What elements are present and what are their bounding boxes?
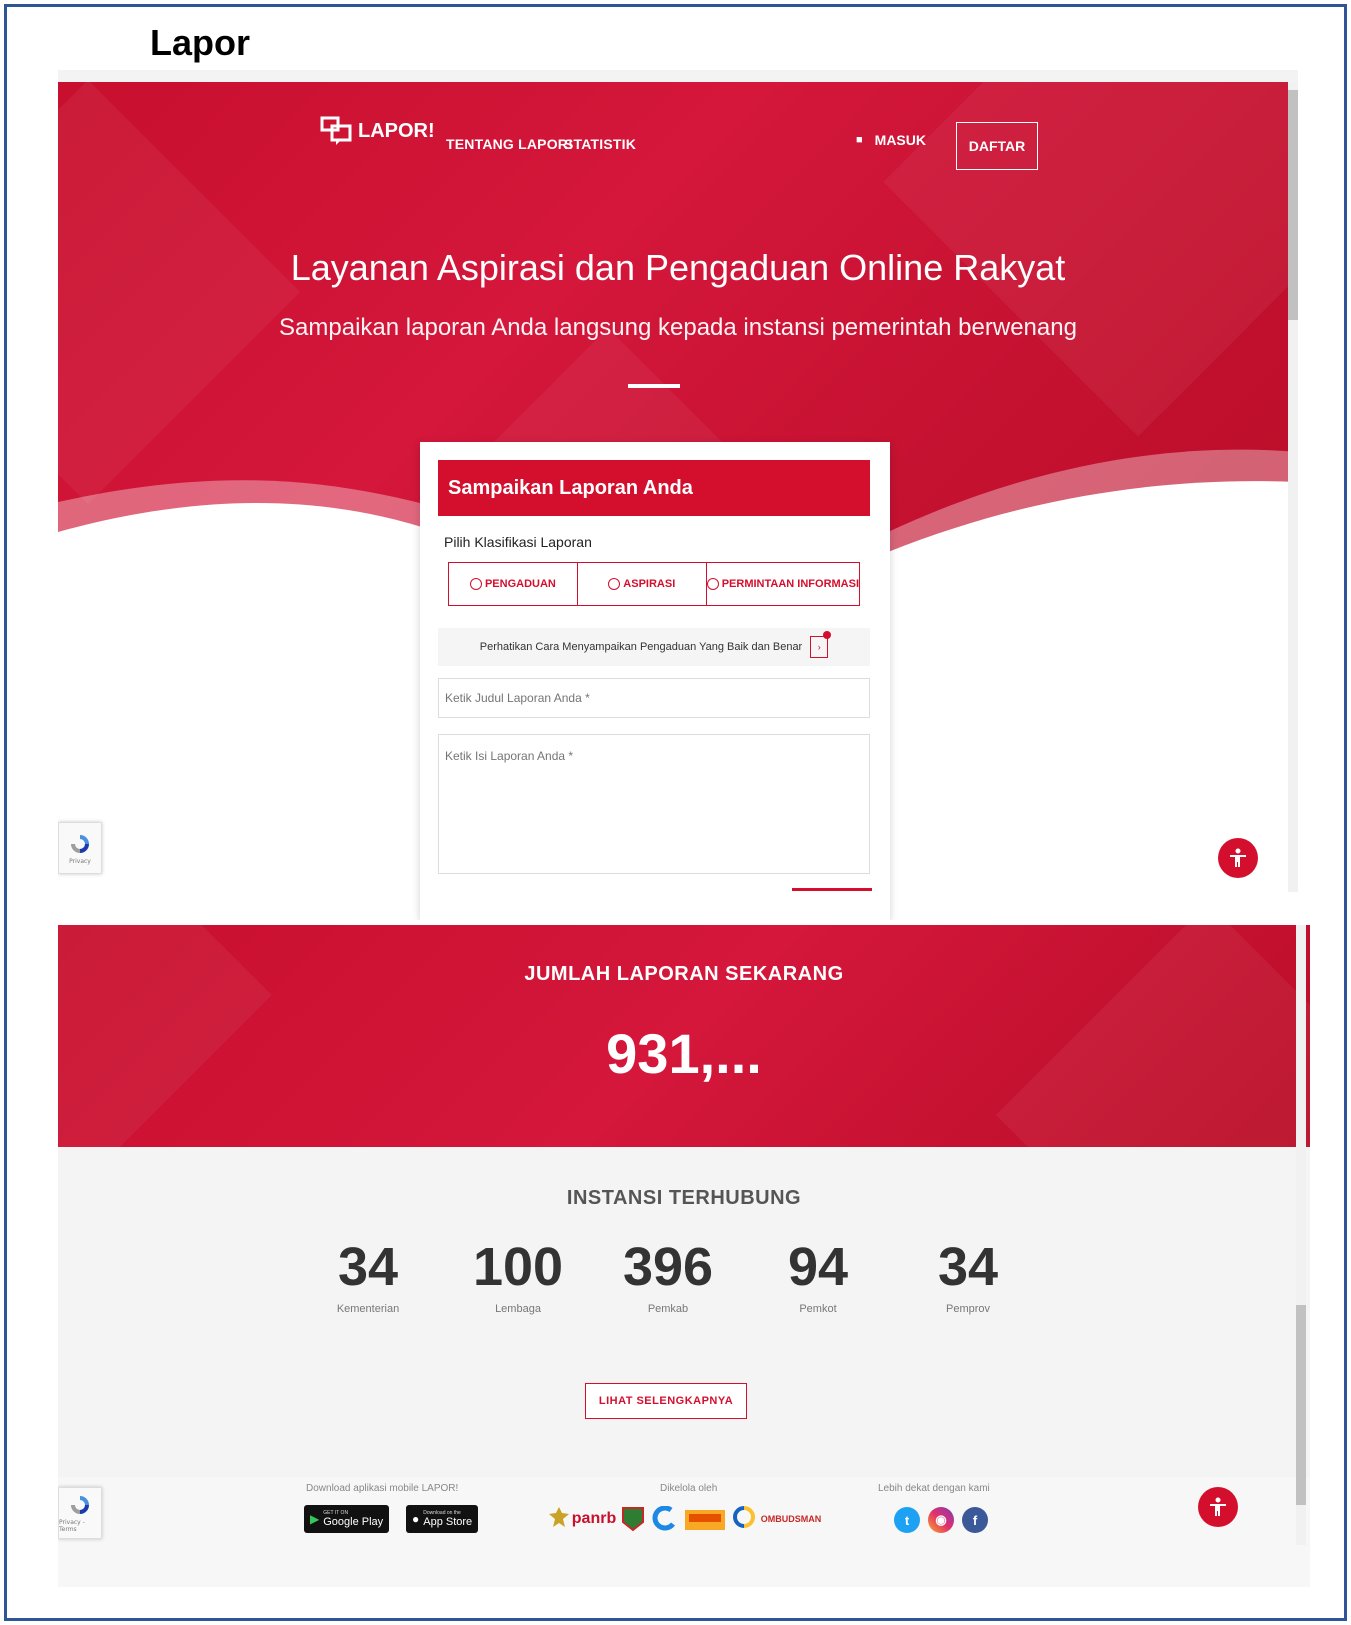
lapor-logo-icon [320,116,352,145]
scrollbar-thumb[interactable] [1288,90,1298,320]
recaptcha-label: Privacy - Terms [59,1519,85,1533]
app-store-big: App Store [423,1516,473,1528]
lapor-logo[interactable]: LAPOR! [320,116,435,146]
submit-button-edge[interactable] [792,888,872,891]
option-permintaan-informasi[interactable]: PERMINTAAN INFORMASI [706,563,860,605]
garuda-emblem-icon[interactable] [548,1501,570,1537]
lock-icon: ■ [856,134,863,146]
google-play-badge[interactable]: ▶ GET IT ON Google Play [304,1505,390,1533]
report-form-card: Sampaikan Laporan Anda Pilih Klasifikasi… [420,442,890,920]
stat-kementerian: 34 Kementerian [303,1235,433,1335]
recaptcha-badge[interactable]: Privacy [58,822,102,874]
ksp-emblem-icon[interactable] [620,1501,646,1537]
institution-stats: 34 Kementerian 100 Lembaga 396 Pemkab 94… [303,1235,1033,1335]
report-body-textarea[interactable] [438,734,870,874]
instagram-icon[interactable]: ◉ [928,1507,954,1533]
report-form-header: Sampaikan Laporan Anda [438,460,870,516]
ombudsman-emblem-icon[interactable] [732,1501,756,1537]
managed-by-caption: Dikelola oleh [660,1483,718,1494]
twitter-icon[interactable]: t [894,1507,920,1533]
recaptcha-badge[interactable]: Privacy - Terms [58,1487,102,1539]
stat-label: Lembaga [495,1303,541,1315]
option-label: PERMINTAAN INFORMASI [721,578,860,590]
recaptcha-icon [71,834,89,853]
panrb-logo[interactable]: panrb [572,1501,616,1537]
browser-bookmarks-strip [58,70,1298,82]
stats-screenshot: JUMLAH LAPORAN SEKARANG 931,... INSTANSI… [58,925,1310,1587]
top-navbar: LAPOR! TENTANG LAPOR! STATISTIK ■ MASUK … [320,104,1040,170]
stat-pemprov: 34 Pemprov [903,1235,1033,1335]
stat-label: Pemprov [945,1303,991,1315]
radio-icon [469,578,482,590]
report-count-value: 931,... [606,1022,762,1085]
accessibility-button[interactable] [1218,838,1258,878]
apple-icon: ● [412,1512,420,1526]
footer: Download aplikasi mobile LAPOR! ▶ GET IT… [58,1477,1310,1587]
play-store-icon: ▶ [310,1512,320,1526]
option-aspirasi[interactable]: ASPIRASI [578,563,707,605]
nav-link-statistik[interactable]: STATISTIK [564,136,636,152]
stat-lembaga: 100 Lembaga [453,1235,583,1335]
accessibility-icon [1210,1497,1226,1516]
kemendagri-logo-icon[interactable] [682,1501,728,1537]
stat-label: Pemkab [647,1303,689,1315]
stat-pemkab: 396 Pemkab [603,1235,733,1335]
google-play-big: Google Play [323,1516,384,1528]
notification-dot [823,631,832,639]
recaptcha-icon [71,1496,89,1514]
login-label: MASUK [874,132,926,148]
logo-text: LAPOR! [358,119,435,142]
stat-pemkot: 94 Pemkot [753,1235,883,1335]
register-button[interactable]: DAFTAR [956,122,1038,170]
nav-link-tentang[interactable]: TENTANG LAPOR! [446,136,573,152]
classification-options: PENGADUAN ASPIRASI PERMINTAAN INFORMASI [448,562,860,606]
classification-label: Pilih Klasifikasi Laporan [444,534,592,550]
report-count-section: JUMLAH LAPORAN SEKARANG 931,... [58,925,1310,1147]
radio-icon [608,578,621,590]
see-more-button[interactable]: LIHAT SELENGKAPNYA [585,1383,747,1419]
stat-label: Pemkot [799,1303,837,1315]
hero-title: Layanan Aspirasi dan Pengaduan Online Ra… [290,247,1066,288]
institutions-heading: INSTANSI TERHUBUNG [566,1187,802,1209]
facebook-icon[interactable]: f [962,1507,988,1533]
stat-value: 396 [622,1237,714,1297]
social-caption: Lebih dekat dengan kami [878,1483,990,1494]
stat-label: Kementerian [336,1303,400,1315]
app-store-badge[interactable]: ● Download on the App Store [406,1505,479,1533]
institutions-section: INSTANSI TERHUBUNG 34 Kementerian 100 Le… [58,1147,1310,1477]
accessibility-button[interactable] [1198,1487,1238,1527]
hint-text: Perhatikan Cara Menyampaikan Pengaduan Y… [479,641,803,653]
stat-value: 34 [937,1237,999,1297]
hint-toggle-button[interactable]: › [810,631,832,658]
ombudsman-logo[interactable]: OMBUDSMAN [758,1501,824,1537]
hero-divider [628,384,680,388]
report-title-input[interactable] [438,678,870,718]
option-label: PENGADUAN [484,578,556,590]
recaptcha-label: Privacy [69,857,91,865]
stat-value: 94 [787,1237,849,1297]
radio-icon [706,578,719,590]
report-count-label: JUMLAH LAPORAN SEKARANG [524,963,844,985]
option-label: ASPIRASI [623,578,676,590]
page-caption: Lapor [150,22,251,63]
login-link[interactable]: ■ MASUK [856,132,926,148]
download-caption: Download aplikasi mobile LAPOR! [306,1483,459,1494]
homepage-screenshot: LAPOR! TENTANG LAPOR! STATISTIK ■ MASUK … [58,70,1298,920]
scrollbar-thumb[interactable] [1296,1305,1306,1505]
hero-subtitle: Sampaikan laporan Anda langsung kepada i… [279,314,1077,341]
chevron-icon: › [817,642,821,652]
kominfo-logo-icon[interactable] [650,1501,678,1537]
option-pengaduan[interactable]: PENGADUAN [449,563,578,605]
stat-value: 34 [337,1237,399,1297]
stat-value: 100 [472,1237,564,1297]
reporting-hint[interactable]: Perhatikan Cara Menyampaikan Pengaduan Y… [438,628,870,666]
accessibility-icon [1230,848,1246,867]
